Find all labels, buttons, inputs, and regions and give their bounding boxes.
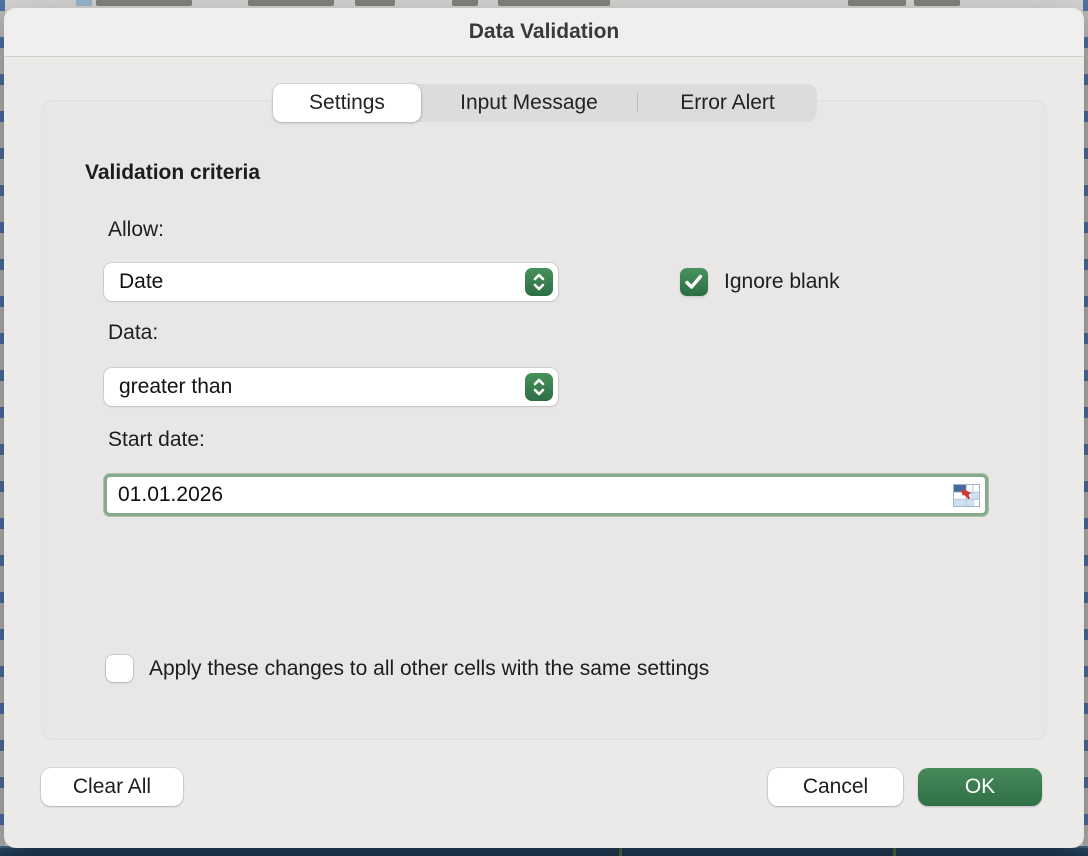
apply-changes-checkbox-row[interactable]: Apply these changes to all other cells w… bbox=[106, 655, 709, 682]
background-ribbon-fragment bbox=[914, 0, 960, 6]
start-date-input[interactable] bbox=[107, 477, 953, 513]
validation-criteria-heading: Validation criteria bbox=[85, 161, 260, 185]
background-ribbon-fragment bbox=[498, 0, 610, 6]
data-dropdown-value: greater than bbox=[104, 375, 232, 399]
data-dropdown[interactable]: greater than bbox=[104, 368, 558, 406]
allow-dropdown[interactable]: Date bbox=[104, 263, 558, 301]
background-ribbon-fragment bbox=[848, 0, 906, 6]
data-label: Data: bbox=[108, 321, 158, 345]
background-ribbon-fragment bbox=[355, 0, 395, 6]
ignore-blank-checkbox[interactable] bbox=[680, 268, 708, 296]
start-date-field bbox=[104, 474, 988, 516]
apply-changes-label: Apply these changes to all other cells w… bbox=[149, 657, 709, 681]
background-ribbon-fragment bbox=[96, 0, 192, 6]
apply-changes-checkbox[interactable] bbox=[106, 655, 133, 682]
tab-settings[interactable]: Settings bbox=[273, 84, 421, 122]
ok-button[interactable]: OK bbox=[918, 768, 1042, 806]
ignore-blank-checkbox-row[interactable]: Ignore blank bbox=[680, 268, 840, 296]
tab-settings-label: Settings bbox=[309, 91, 385, 115]
data-validation-dialog: Data Validation Settings Input Message E… bbox=[4, 8, 1084, 848]
range-selector-icon[interactable] bbox=[953, 484, 980, 507]
background-ribbon-fragment bbox=[452, 0, 478, 6]
allow-label: Allow: bbox=[108, 218, 164, 242]
cancel-button-label: Cancel bbox=[803, 775, 868, 799]
tab-bar: Settings Input Message Error Alert bbox=[273, 84, 817, 122]
background-ribbon-fragment bbox=[76, 0, 92, 6]
tab-error-alert[interactable]: Error Alert bbox=[638, 84, 817, 122]
clear-all-button[interactable]: Clear All bbox=[41, 768, 183, 806]
dialog-titlebar: Data Validation bbox=[4, 8, 1084, 57]
checkmark-icon bbox=[685, 274, 703, 290]
chevron-up-down-icon bbox=[525, 268, 553, 296]
cancel-button[interactable]: Cancel bbox=[768, 768, 903, 806]
ok-button-label: OK bbox=[965, 775, 995, 799]
background-ribbon-fragment bbox=[248, 0, 334, 6]
dialog-title: Data Validation bbox=[469, 20, 620, 44]
tab-input-message-label: Input Message bbox=[460, 91, 598, 115]
clear-all-button-label: Clear All bbox=[73, 775, 151, 799]
chevron-up-down-icon bbox=[525, 373, 553, 401]
tab-input-message[interactable]: Input Message bbox=[421, 84, 637, 122]
allow-dropdown-value: Date bbox=[104, 270, 163, 294]
tab-error-alert-label: Error Alert bbox=[680, 91, 775, 115]
ignore-blank-label: Ignore blank bbox=[724, 270, 840, 294]
settings-panel: Validation criteria Allow: Date Ignore b… bbox=[42, 101, 1046, 739]
start-date-label: Start date: bbox=[108, 428, 205, 452]
